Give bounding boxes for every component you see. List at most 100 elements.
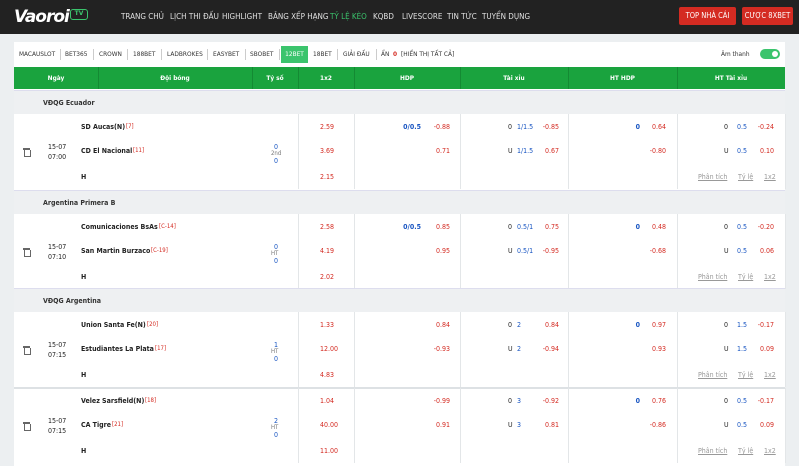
link-1x2[interactable]: 1x2 xyxy=(764,172,776,182)
away-team[interactable]: Estudiantes La Plata xyxy=(81,344,154,354)
ht-tx-odds-over[interactable]: -0.17 xyxy=(758,320,774,330)
nav-tuyen-dung[interactable]: TUYỂN DỤNG xyxy=(482,0,530,34)
hdp-odds-away[interactable]: 0.91 xyxy=(436,420,450,430)
nav-kqbd[interactable]: KQBD xyxy=(373,0,394,34)
link-phan-tich[interactable]: Phân tích xyxy=(698,370,727,380)
ht-tx-odds-over[interactable]: -0.24 xyxy=(758,122,774,132)
tx-odds-under[interactable]: 0.67 xyxy=(545,146,559,156)
tx-odds-over[interactable]: -0.85 xyxy=(543,122,559,132)
tx-odds-under[interactable]: -0.94 xyxy=(543,344,559,354)
nav-bang-xep-hang[interactable]: BẢNG XẾP HẠNG xyxy=(268,0,329,34)
away-team[interactable]: CA Tigre xyxy=(81,420,111,430)
ht-tx-odds-under[interactable]: 0.10 xyxy=(760,146,774,156)
nav-tin-tuc[interactable]: TIN TỨC xyxy=(447,0,477,34)
tx-odds-over[interactable]: -0.92 xyxy=(543,396,559,406)
hdp-odds-home[interactable]: -0.88 xyxy=(434,122,450,132)
ht-hdp-odds-home[interactable]: 0.76 xyxy=(652,396,666,406)
show-all-link[interactable]: [HIỂN THỊ TẤT CẢ] xyxy=(401,46,454,63)
odds-1x2-away[interactable]: 4.19 xyxy=(320,246,334,256)
tab-crown[interactable]: CROWN xyxy=(99,46,122,63)
odds-1x2-draw[interactable]: 2.02 xyxy=(320,272,334,282)
tab-macauslot[interactable]: MACAUSLOT xyxy=(19,46,55,63)
home-team[interactable]: SD Aucas(N) xyxy=(81,122,125,132)
ht-hdp-odds-away[interactable]: -0.80 xyxy=(650,146,666,156)
link-ty-le[interactable]: Tỷ lệ xyxy=(738,172,753,182)
hdp-odds-away[interactable]: -0.93 xyxy=(434,344,450,354)
link-1x2[interactable]: 1x2 xyxy=(764,272,776,282)
odds-1x2-draw[interactable]: 2.15 xyxy=(320,172,334,182)
tab-12bet[interactable]: 12BET xyxy=(281,46,308,63)
ht-tx-odds-over[interactable]: -0.17 xyxy=(758,396,774,406)
site-logo[interactable]: Vaoroi TV xyxy=(14,7,88,27)
home-team[interactable]: Union Santa Fe(N) xyxy=(81,320,146,330)
ht-tx-odds-under[interactable]: 0.09 xyxy=(760,344,774,354)
trash-icon[interactable] xyxy=(23,422,31,431)
trash-icon[interactable] xyxy=(23,248,31,257)
trash-icon[interactable] xyxy=(23,148,31,157)
ht-tx-over-label: 0 xyxy=(724,123,729,131)
col-score: Tỷ số xyxy=(266,74,284,82)
sound-toggle[interactable] xyxy=(760,49,780,59)
odds-1x2-away[interactable]: 3.69 xyxy=(320,146,334,156)
link-1x2[interactable]: 1x2 xyxy=(764,370,776,380)
link-phan-tich[interactable]: Phân tích xyxy=(698,172,727,182)
nav-lich-thi-dau[interactable]: LỊCH THI ĐẤU xyxy=(170,0,219,34)
tab-easybet[interactable]: EASYBET xyxy=(213,46,239,63)
hdp-odds-home[interactable]: 0.84 xyxy=(436,320,450,330)
home-team[interactable]: Comunicaciones BsAs xyxy=(81,222,158,232)
odds-1x2-draw[interactable]: 4.83 xyxy=(320,370,334,380)
ht-hdp-odds-home[interactable]: 0.48 xyxy=(652,222,666,232)
ht-tx-odds-under[interactable]: 0.09 xyxy=(760,420,774,430)
tab-sbobet[interactable]: SBOBET xyxy=(250,46,274,63)
nav-ty-le-keo[interactable]: TỶ LỆ KÈO xyxy=(330,0,367,34)
tab-bet365[interactable]: BET365 xyxy=(65,46,87,63)
nav-trang-chu[interactable]: TRANG CHỦ xyxy=(121,0,164,34)
ht-hdp-odds-away[interactable]: -0.86 xyxy=(650,420,666,430)
match-time: 07:10 xyxy=(48,253,67,261)
odds-1x2-home[interactable]: 2.58 xyxy=(320,222,334,232)
tab-giai-dau[interactable]: GIẢI ĐẤU xyxy=(343,46,370,63)
hdp-odds-away[interactable]: 0.95 xyxy=(436,246,450,256)
ht-tx-odds-under[interactable]: 0.06 xyxy=(760,246,774,256)
nav-livescore[interactable]: LIVESCORE xyxy=(402,0,442,34)
link-phan-tich[interactable]: Phân tích xyxy=(698,446,727,456)
tx-odds-over[interactable]: 0.84 xyxy=(545,320,559,330)
nav-highlight[interactable]: HIGHLIGHT xyxy=(222,0,262,34)
top-nha-cai-button[interactable]: TOP NHÀ CÁI xyxy=(679,7,736,25)
column-divider xyxy=(677,312,678,387)
odds-1x2-home[interactable]: 1.33 xyxy=(320,320,334,330)
tx-odds-under[interactable]: -0.95 xyxy=(543,246,559,256)
away-team[interactable]: San Martin Burzaco xyxy=(81,246,150,256)
link-ty-le[interactable]: Tỷ lệ xyxy=(738,446,753,456)
link-phan-tich[interactable]: Phân tích xyxy=(698,272,727,282)
hdp-odds-home[interactable]: -0.99 xyxy=(434,396,450,406)
ht-tx-odds-over[interactable]: -0.20 xyxy=(758,222,774,232)
hdp-odds-home[interactable]: 0.85 xyxy=(436,222,450,232)
odds-1x2-home[interactable]: 2.59 xyxy=(320,122,334,132)
tx-odds-over[interactable]: 0.75 xyxy=(545,222,559,232)
ht-hdp-odds-home[interactable]: 0.64 xyxy=(652,122,666,132)
away-rank-tag: [11] xyxy=(133,147,145,154)
hdp-odds-away[interactable]: 0.71 xyxy=(436,146,450,156)
tab-18bet[interactable]: 18BET xyxy=(313,46,332,63)
column-divider xyxy=(677,388,678,463)
tab-188bet[interactable]: 188BET xyxy=(133,46,155,63)
odds-1x2-home[interactable]: 1.04 xyxy=(320,396,334,406)
odds-1x2-draw[interactable]: 11.00 xyxy=(320,446,338,456)
ht-hdp-odds-away[interactable]: -0.68 xyxy=(650,246,666,256)
ht-tx-over-label: 0 xyxy=(724,397,729,405)
ht-hdp-line: 0 xyxy=(635,321,640,329)
tx-odds-under[interactable]: 0.81 xyxy=(545,420,559,430)
link-ty-le[interactable]: Tỷ lệ xyxy=(738,272,753,282)
tab-ladbrokes[interactable]: LADBROKES xyxy=(167,46,203,63)
cuoc-8xbet-button[interactable]: CƯỢC 8XBET xyxy=(742,7,793,25)
odds-1x2-away[interactable]: 40.00 xyxy=(320,420,338,430)
trash-icon[interactable] xyxy=(23,346,31,355)
ht-hdp-odds-home[interactable]: 0.97 xyxy=(652,320,666,330)
ht-hdp-odds-away[interactable]: 0.93 xyxy=(652,344,666,354)
away-team[interactable]: CD El Nacional xyxy=(81,146,132,156)
home-team[interactable]: Velez Sarsfield(N) xyxy=(81,396,144,406)
odds-1x2-away[interactable]: 12.00 xyxy=(320,344,338,354)
link-1x2[interactable]: 1x2 xyxy=(764,446,776,456)
link-ty-le[interactable]: Tỷ lệ xyxy=(738,370,753,380)
